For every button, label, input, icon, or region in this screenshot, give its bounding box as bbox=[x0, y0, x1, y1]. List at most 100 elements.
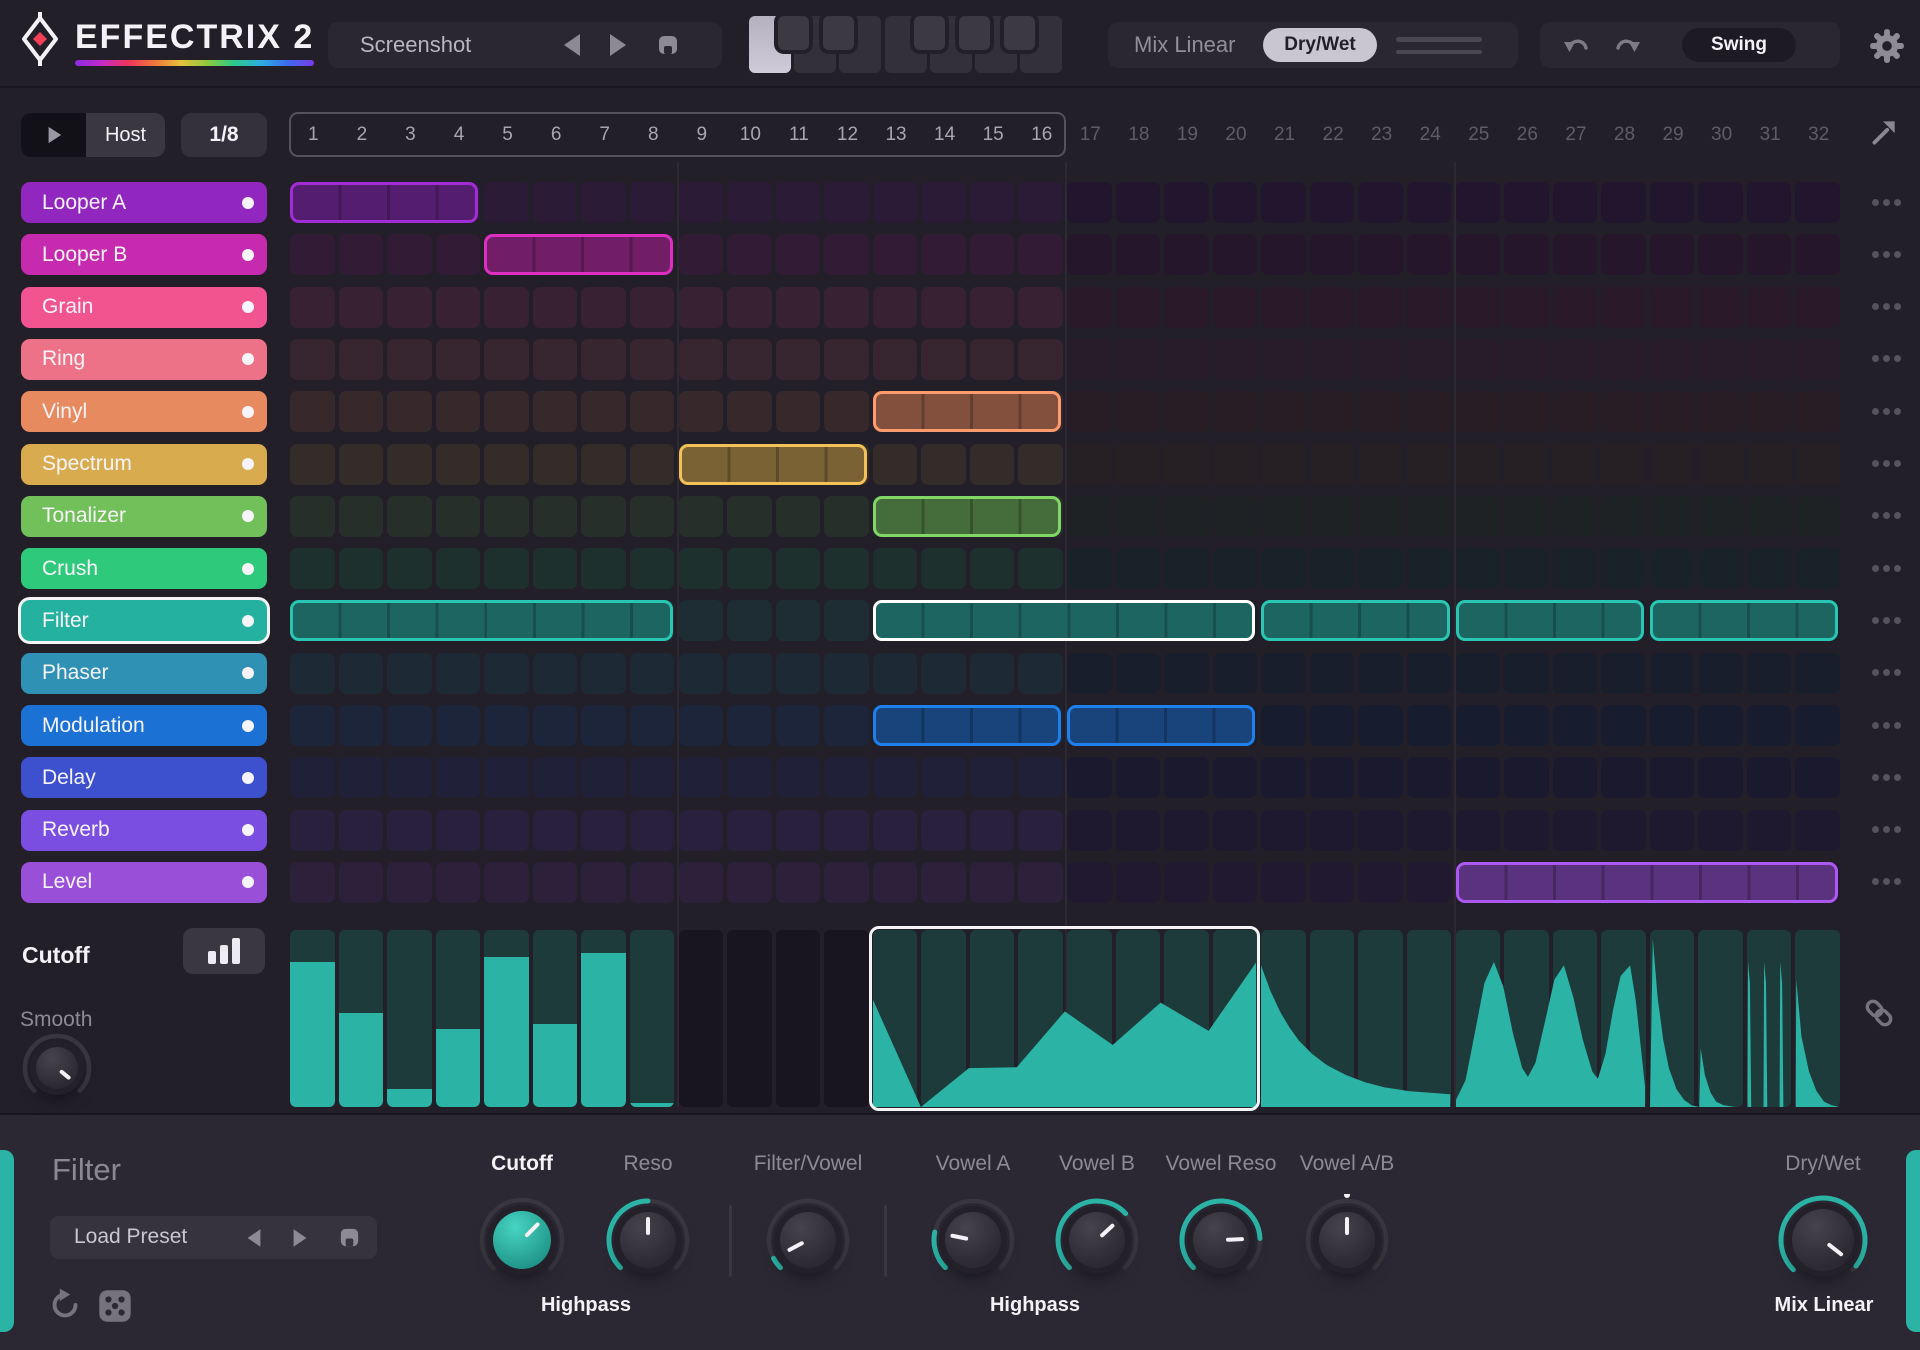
step-cell[interactable] bbox=[1406, 182, 1452, 223]
knob-vowel-b[interactable] bbox=[1051, 1194, 1143, 1286]
step-cell[interactable] bbox=[290, 757, 335, 799]
row-menu-button[interactable] bbox=[1872, 878, 1901, 886]
knob-dry-wet[interactable] bbox=[1774, 1191, 1872, 1289]
step-cell[interactable] bbox=[824, 338, 869, 380]
step-cell[interactable] bbox=[678, 234, 723, 276]
step-cell[interactable] bbox=[1115, 391, 1161, 433]
step-cell[interactable] bbox=[387, 234, 432, 276]
envelope-empty-cell[interactable] bbox=[678, 930, 723, 1107]
step-cell[interactable] bbox=[532, 495, 578, 537]
effect-preset-bar[interactable]: Load Preset bbox=[50, 1216, 377, 1259]
track-label-ring[interactable]: Ring bbox=[21, 338, 267, 380]
step-cell[interactable] bbox=[1601, 338, 1646, 380]
step-cell[interactable] bbox=[1018, 652, 1063, 694]
undo-icon[interactable] bbox=[1562, 32, 1592, 60]
step-cell[interactable] bbox=[1358, 548, 1403, 590]
step-cell[interactable] bbox=[1358, 495, 1403, 537]
step-cell[interactable] bbox=[581, 861, 626, 903]
row-menu-button[interactable] bbox=[1872, 826, 1901, 834]
step-cell[interactable] bbox=[1309, 286, 1355, 328]
step-cell[interactable] bbox=[921, 652, 966, 694]
track-label-reverb[interactable]: Reverb bbox=[21, 809, 267, 851]
step-cell[interactable] bbox=[629, 495, 675, 537]
step-cell[interactable] bbox=[1067, 391, 1112, 433]
step-cell[interactable] bbox=[969, 652, 1015, 694]
effect-preset-next-button[interactable] bbox=[293, 1229, 307, 1247]
row-menu-button[interactable] bbox=[1872, 355, 1901, 363]
envelope-step-cell[interactable] bbox=[1406, 930, 1452, 1107]
step-cell[interactable] bbox=[1698, 286, 1743, 328]
step-cell[interactable] bbox=[775, 391, 821, 433]
step-cell[interactable] bbox=[1698, 495, 1743, 537]
step-cell[interactable] bbox=[678, 757, 723, 799]
step-cell[interactable] bbox=[1746, 757, 1792, 799]
step-cell[interactable] bbox=[1649, 391, 1695, 433]
step-cell[interactable] bbox=[435, 652, 481, 694]
step-cell[interactable] bbox=[1018, 234, 1063, 276]
step-cell[interactable] bbox=[921, 234, 966, 276]
step-cell[interactable] bbox=[1406, 809, 1452, 851]
step-cell[interactable] bbox=[727, 705, 772, 746]
step-cell[interactable] bbox=[727, 600, 772, 642]
step-cell[interactable] bbox=[1309, 495, 1355, 537]
step-cell[interactable] bbox=[775, 286, 821, 328]
step-cell[interactable] bbox=[1309, 757, 1355, 799]
row-menu-button[interactable] bbox=[1872, 303, 1901, 311]
step-cell[interactable] bbox=[1358, 757, 1403, 799]
track-enable-dot[interactable] bbox=[242, 614, 254, 627]
step-cell[interactable] bbox=[484, 861, 529, 903]
step-cell[interactable] bbox=[969, 443, 1015, 485]
row-menu-button[interactable] bbox=[1872, 198, 1901, 206]
step-cell[interactable] bbox=[581, 391, 626, 433]
step-cell[interactable] bbox=[1309, 443, 1355, 485]
step-cell[interactable] bbox=[387, 548, 432, 590]
step-cell[interactable] bbox=[727, 234, 772, 276]
step-cell[interactable] bbox=[872, 443, 918, 485]
step-cell[interactable] bbox=[1212, 548, 1258, 590]
track-label-phaser[interactable]: Phaser bbox=[21, 652, 267, 694]
step-cell[interactable] bbox=[1455, 443, 1500, 485]
step-cell[interactable] bbox=[1698, 705, 1743, 746]
step-cell[interactable] bbox=[678, 391, 723, 433]
step-cell[interactable] bbox=[1746, 652, 1792, 694]
step-cell[interactable] bbox=[1698, 757, 1743, 799]
step-cell[interactable] bbox=[1164, 182, 1209, 223]
step-cell[interactable] bbox=[1649, 234, 1695, 276]
step-cell[interactable] bbox=[1504, 338, 1549, 380]
step-cell[interactable] bbox=[532, 338, 578, 380]
step-cell[interactable] bbox=[1212, 861, 1258, 903]
step-block[interactable] bbox=[1455, 600, 1644, 642]
step-cell[interactable] bbox=[629, 809, 675, 851]
track-label-vinyl[interactable]: Vinyl bbox=[21, 391, 267, 433]
step-cell[interactable] bbox=[872, 234, 918, 276]
step-cell[interactable] bbox=[1795, 182, 1840, 223]
step-cell[interactable] bbox=[1795, 757, 1840, 799]
step-cell[interactable] bbox=[1455, 705, 1500, 746]
step-cell[interactable] bbox=[1552, 391, 1598, 433]
step-cell[interactable] bbox=[1746, 548, 1792, 590]
step-cell[interactable] bbox=[678, 705, 723, 746]
step-cell[interactable] bbox=[1261, 391, 1306, 433]
step-cell[interactable] bbox=[532, 861, 578, 903]
step-cell[interactable] bbox=[1067, 809, 1112, 851]
step-cell[interactable] bbox=[484, 495, 529, 537]
step-cell[interactable] bbox=[1115, 495, 1161, 537]
step-cell[interactable] bbox=[1649, 705, 1695, 746]
step-cell[interactable] bbox=[1309, 705, 1355, 746]
step-cell[interactable] bbox=[1406, 757, 1452, 799]
step-block[interactable] bbox=[872, 391, 1061, 433]
step-cell[interactable] bbox=[1261, 495, 1306, 537]
step-cell[interactable] bbox=[969, 338, 1015, 380]
step-cell[interactable] bbox=[969, 757, 1015, 799]
step-cell[interactable] bbox=[824, 182, 869, 223]
swing-button[interactable]: Swing bbox=[1682, 28, 1796, 62]
envelope-step-cell[interactable] bbox=[1358, 930, 1403, 1107]
step-cell[interactable] bbox=[1455, 757, 1500, 799]
step-block[interactable] bbox=[484, 234, 673, 276]
knob-filter-vowel[interactable] bbox=[762, 1194, 854, 1286]
step-cell[interactable] bbox=[921, 809, 966, 851]
envelope-step-cell[interactable] bbox=[1018, 930, 1063, 1107]
step-cell[interactable] bbox=[1795, 338, 1840, 380]
step-cell[interactable] bbox=[1164, 443, 1209, 485]
step-cell[interactable] bbox=[1018, 548, 1063, 590]
